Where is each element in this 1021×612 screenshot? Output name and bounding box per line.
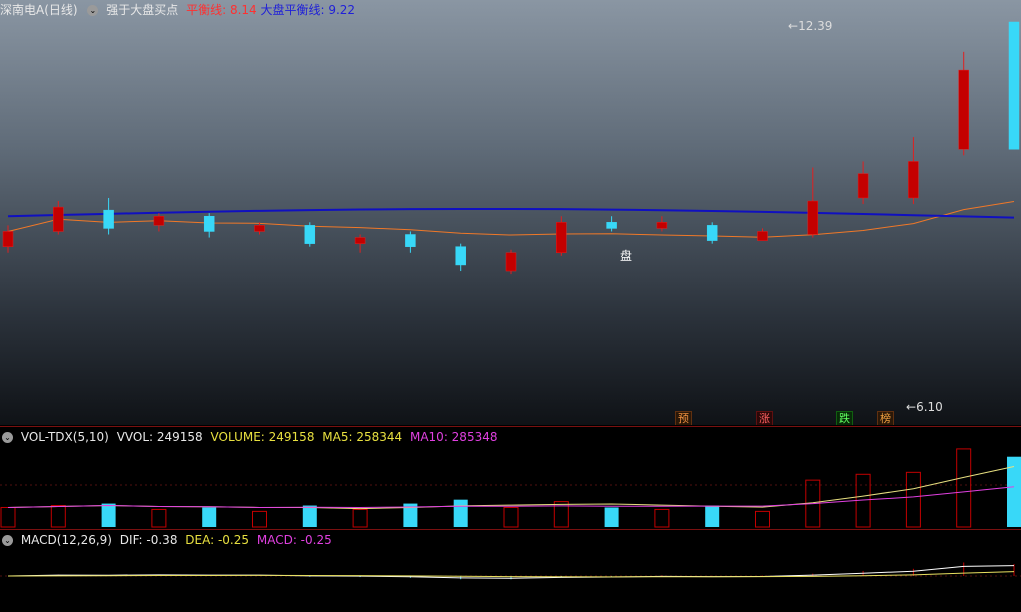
volume-ma5-line (7, 465, 1015, 510)
price-chart-pane[interactable]: 深南电A(日线) ⌄ 强于大盘买点 平衡线: 8.14 大盘平衡线: 9.22 … (0, 0, 1021, 425)
volume-bar (956, 448, 972, 528)
volume-bar (352, 508, 368, 528)
volume-bar (705, 505, 720, 527)
badge-zhang: 涨 (756, 411, 773, 425)
volume-bar (0, 506, 16, 528)
volume-bar (151, 508, 167, 528)
pan-marker: 盘 (620, 249, 633, 263)
candle-body (757, 231, 768, 241)
candle-body (706, 225, 718, 241)
volume-bar (755, 510, 770, 528)
candle-body (2, 231, 14, 247)
candle-body (153, 215, 165, 226)
candle-body (556, 222, 567, 254)
candle-body (656, 222, 668, 229)
volume-bar (50, 505, 66, 528)
candle-body (53, 206, 64, 232)
candle-body (304, 225, 316, 244)
candle-body (908, 161, 919, 199)
volume-ma10-line (7, 486, 1015, 508)
badge-bang: 榜 (877, 411, 894, 425)
candle-body (354, 237, 366, 244)
macd-pane[interactable]: ⌄ MACD(12,26,9) DIF: -0.38 DEA: -0.25 MA… (0, 529, 1021, 612)
macd-chart-svg (0, 562, 1021, 580)
candle-body (103, 209, 114, 229)
candle-body (455, 246, 466, 266)
badge-yu: 预 (675, 411, 692, 425)
high-value: 12.39 (798, 19, 833, 33)
volume-bar (202, 507, 217, 527)
high-label: ←12.39 (788, 19, 833, 33)
volume-bar (654, 508, 670, 528)
volume-pane[interactable]: ⌄ VOL-TDX(5,10) VVOL: 249158 VOLUME: 249… (0, 426, 1021, 529)
volume-bar (101, 503, 116, 527)
low-label: ←6.10 (906, 400, 943, 414)
candle-body (857, 173, 869, 199)
volume-bar (453, 499, 468, 527)
candle-body (254, 225, 265, 232)
candle-body (405, 234, 416, 247)
volume-bar (503, 506, 519, 528)
price-chart-svg (2, 21, 1020, 275)
candle-body (1008, 21, 1020, 150)
low-value: 6.10 (916, 400, 943, 414)
volume-bar (252, 510, 267, 528)
candle-body (958, 69, 969, 150)
candle-body (807, 200, 819, 235)
candle-body (606, 222, 617, 229)
badge-die: 跌 (836, 411, 853, 425)
volume-chart-svg (0, 448, 1021, 528)
volume-bar (302, 505, 317, 527)
volume-bar (905, 471, 921, 528)
candle-body (505, 252, 517, 272)
volume-bar (604, 507, 619, 527)
candle-body (203, 215, 215, 232)
